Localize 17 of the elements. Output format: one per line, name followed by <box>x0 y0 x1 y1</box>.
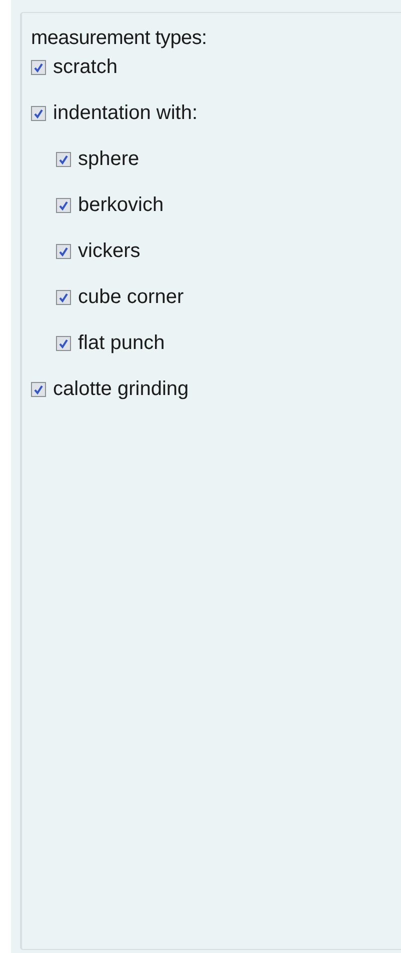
checkbox[interactable] <box>31 382 46 396</box>
checkbox[interactable] <box>56 336 71 350</box>
checkbox[interactable] <box>56 290 71 304</box>
checkbox-label[interactable]: vickers <box>78 240 140 262</box>
checkbox[interactable] <box>31 106 46 120</box>
checkbox-label[interactable]: indentation with: <box>53 102 198 124</box>
checkbox[interactable] <box>56 244 71 258</box>
checkbox-label[interactable]: calotte grinding <box>53 378 189 400</box>
checkbox-label[interactable]: flat punch <box>78 332 165 354</box>
checkbox[interactable] <box>31 60 46 74</box>
panel-title: measurement types: <box>31 27 208 49</box>
checkbox-label[interactable]: scratch <box>53 56 118 78</box>
checkbox[interactable] <box>56 198 71 212</box>
checkbox[interactable] <box>56 152 71 166</box>
checkbox-label[interactable]: berkovich <box>78 194 164 216</box>
checkbox-label[interactable]: cube corner <box>78 286 184 308</box>
checkbox-label[interactable]: sphere <box>78 148 140 170</box>
